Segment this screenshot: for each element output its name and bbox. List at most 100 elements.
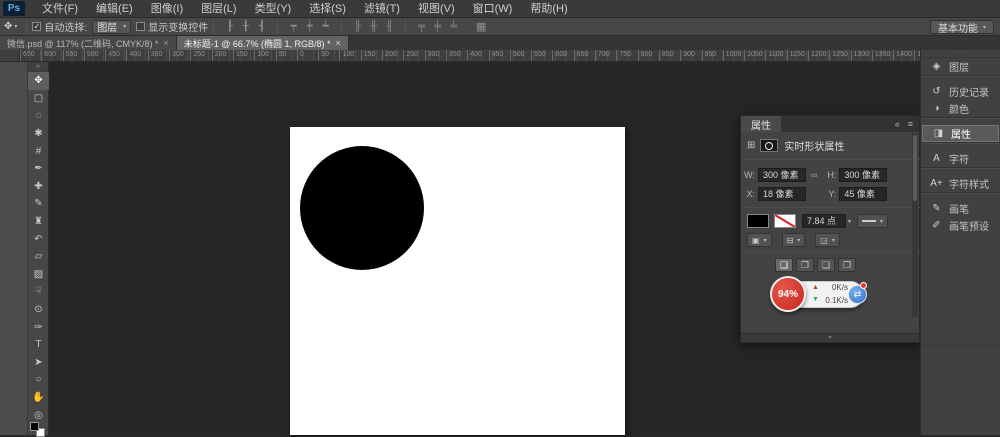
fill-color-swatch[interactable] [747,214,769,228]
type-tool[interactable]: T [28,336,49,354]
path-op-intersect-button[interactable]: ❑ [817,258,835,272]
move-tool[interactable]: ✥ [28,72,49,90]
dock-group-separator [921,167,1000,175]
history-brush-tool[interactable]: ↶ [28,230,49,248]
show-transform-controls-checkbox[interactable] [136,22,145,31]
brush-tool[interactable]: ✎ [28,195,49,213]
hand-tool[interactable]: ✋ [28,389,49,407]
stroke-corner-select[interactable]: ◲▾ [815,233,840,247]
scrollbar[interactable] [912,133,918,317]
document-canvas[interactable] [290,127,625,435]
menu-item[interactable]: 类型(Y) [246,3,301,15]
tools-panel-collapse-handle[interactable]: » [28,62,48,72]
spot-healing-brush-tool[interactable]: ✚ [28,178,49,196]
align-vertical-centers-icon[interactable]: ┿ [303,21,316,32]
download-speed: 0.1K/s [820,294,848,307]
panel-layers[interactable]: ◈图层 [921,58,1000,75]
menu-item[interactable]: 滤镜(T) [355,3,409,15]
tool-preset-picker[interactable]: ✥ ▾ [0,21,21,32]
pen-tool[interactable]: ✑ [28,318,49,336]
system-speed-ball-overlay[interactable]: ▲ ▼ 0K/s 0.1K/s ⇄ 94% [770,276,866,314]
panel-layers-icon: ◈ [930,61,943,72]
align-left-edges-icon[interactable]: ┠ [223,21,236,32]
align-bottom-edges-icon[interactable]: ┷ [319,21,332,32]
menu-item[interactable]: 视图(V) [409,3,464,15]
ellipse-tool[interactable]: ○ [28,371,49,389]
path-op-combine-button[interactable]: ❏ [775,258,793,272]
stroke-width-field[interactable]: 7.84 点 [802,214,846,228]
lasso-tool[interactable]: ◌ [28,107,49,125]
dock-drag-handle[interactable]: ⋯ [921,50,1000,58]
stroke-align-select[interactable]: ▣▾ [747,233,772,247]
distribute-horizontal-centers-icon[interactable]: ╪ [431,21,444,32]
distribute-bottom-edges-icon[interactable]: ╢ [383,21,396,32]
distribute-vertical-centers-icon[interactable]: ╫ [367,21,380,32]
smudge-tool[interactable]: ☟ [28,283,49,301]
panel-resize-handle[interactable]: ▾ [741,333,919,342]
y-field[interactable]: 45 像素 [839,187,887,201]
clone-stamp-tool[interactable]: ♜ [28,213,49,231]
chevron-down-icon[interactable]: ▾ [848,218,851,225]
distribute-top-edges-icon[interactable]: ╟ [351,21,364,32]
align-right-edges-icon[interactable]: ┨ [255,21,268,32]
menu-item[interactable]: 窗口(W) [464,3,522,15]
crop-tool[interactable]: # [28,142,49,160]
eraser-tool[interactable]: ▱ [28,248,49,266]
menu-item[interactable]: 文件(F) [33,3,87,15]
stroke-color-swatch[interactable] [774,214,796,228]
stroke-cap-select[interactable]: ⊟▾ [782,233,806,247]
shape-thumbnail[interactable] [760,139,778,152]
ruler-label: 100 [254,50,275,62]
distribute-right-edges-icon[interactable]: ╧ [447,21,460,32]
x-field[interactable]: 18 像素 [758,187,806,201]
horizontal-ruler[interactable]: 6506005505004504003503002502001501005005… [0,50,920,62]
auto-select-checkbox[interactable]: ✓ [32,22,41,31]
chevron-down-icon: ▾ [983,24,986,31]
menu-item[interactable]: 图像(I) [142,3,192,15]
auto-select-target-value: 图层 [97,19,117,34]
close-icon[interactable]: × [164,38,169,48]
foreground-color-swatch[interactable] [30,422,39,431]
panel-brush-presets[interactable]: ✐画笔预设 [921,217,1000,234]
link-dimensions-icon[interactable]: ∞ [811,170,817,180]
stroke-style-dropdown[interactable]: ▾ [857,214,888,228]
document-tab[interactable]: 微信.psd @ 117% (二维码, CMYK/8) * × [0,36,177,50]
rectangular-marquee-tool[interactable]: ▢ [28,90,49,108]
panel-character-styles[interactable]: A+字符样式 [921,175,1000,192]
scrollbar-thumb[interactable] [913,135,917,201]
workspace-switcher-button[interactable]: 基本功能 ▾ [930,20,994,34]
close-icon[interactable]: × [335,38,340,48]
path-op-exclude-button[interactable]: ❒ [838,258,856,272]
gradient-tool[interactable]: ▨ [28,266,49,284]
ellipse-shape-layer[interactable] [300,146,424,270]
distribute-left-edges-icon[interactable]: ╤ [415,21,428,32]
dock-items: ◈图层 ↺历史记录◑颜色 ◨属性 A字符 A+字符样式 ✎画笔✐画笔预设 [921,58,1000,234]
menu-item[interactable]: 图层(L) [192,3,245,15]
height-field[interactable]: 300 像素 [839,168,887,182]
width-field[interactable]: 300 像素 [758,168,806,182]
ruler-label: 500 [510,50,531,62]
panel-menu-icon[interactable]: ≡ [908,119,913,129]
collapse-panel-icon[interactable]: « [895,119,900,129]
align-horizontal-centers-icon[interactable]: ╂ [239,21,252,32]
panel-character-styles-label: 字符样式 [949,176,989,191]
auto-select-target-dropdown[interactable]: 图层 ▾ [92,20,131,34]
panel-character[interactable]: A字符 [921,150,1000,167]
dodge-tool[interactable]: ⊙ [28,301,49,319]
tab-properties[interactable]: 属性 [741,116,781,132]
panel-color[interactable]: ◑颜色 [921,100,1000,117]
menu-item[interactable]: 帮助(H) [521,3,576,15]
memory-usage-ball[interactable]: 94% [770,276,806,312]
panel-properties[interactable]: ◨属性 [922,125,999,142]
eyedropper-tool[interactable]: ✒ [28,160,49,178]
panel-brush[interactable]: ✎画笔 [921,200,1000,217]
menu-item[interactable]: 选择(S) [300,3,355,15]
path-selection-tool[interactable]: ➤ [28,354,49,372]
menu-item[interactable]: 编辑(E) [87,3,142,15]
path-op-subtract-button[interactable]: ❐ [796,258,814,272]
align-top-edges-icon[interactable]: ┯ [287,21,300,32]
quick-selection-tool[interactable]: ✱ [28,125,49,143]
panel-history[interactable]: ↺历史记录 [921,83,1000,100]
auto-align-button[interactable]: ▦ [472,20,490,33]
document-tab[interactable]: 未标题-1 @ 66.7% (椭圆 1, RGB/8) * × [177,36,349,50]
